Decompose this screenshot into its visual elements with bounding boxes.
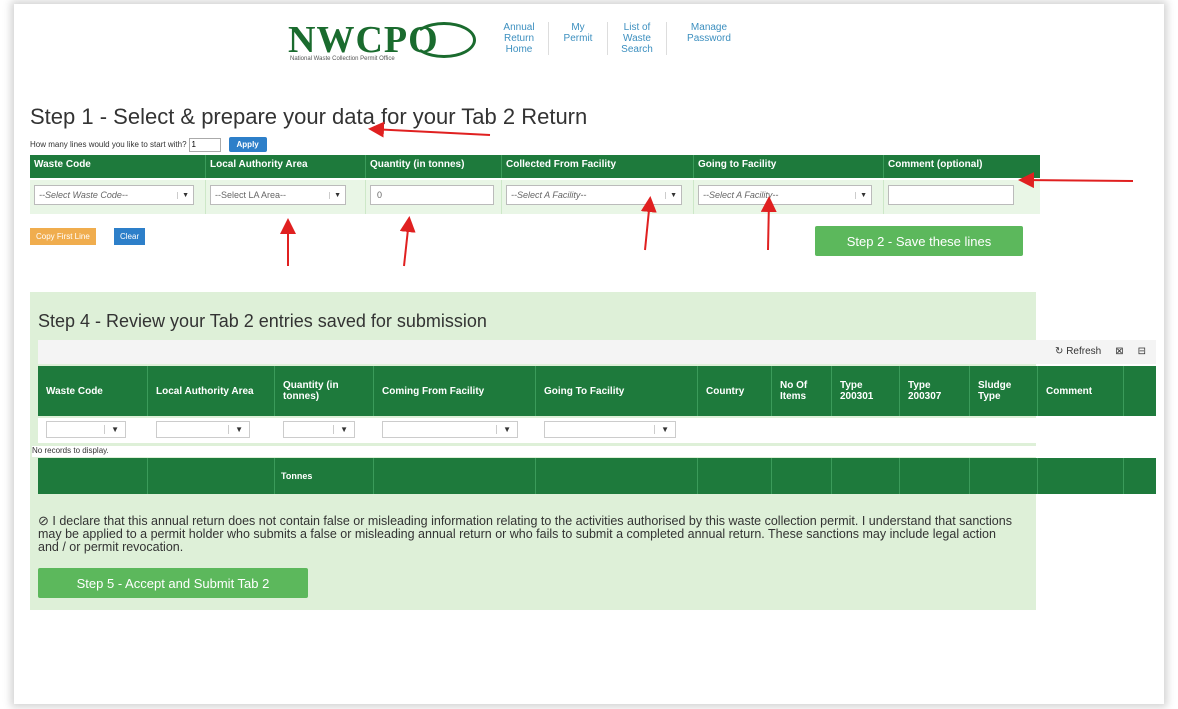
arrow-comment bbox=[1018, 172, 1134, 189]
arrow-apply bbox=[368, 121, 491, 138]
annotation-arrows bbox=[280, 121, 1134, 267]
arrow-collected bbox=[640, 196, 657, 251]
arrow-quantity bbox=[399, 216, 416, 267]
arrow-going bbox=[760, 196, 777, 251]
